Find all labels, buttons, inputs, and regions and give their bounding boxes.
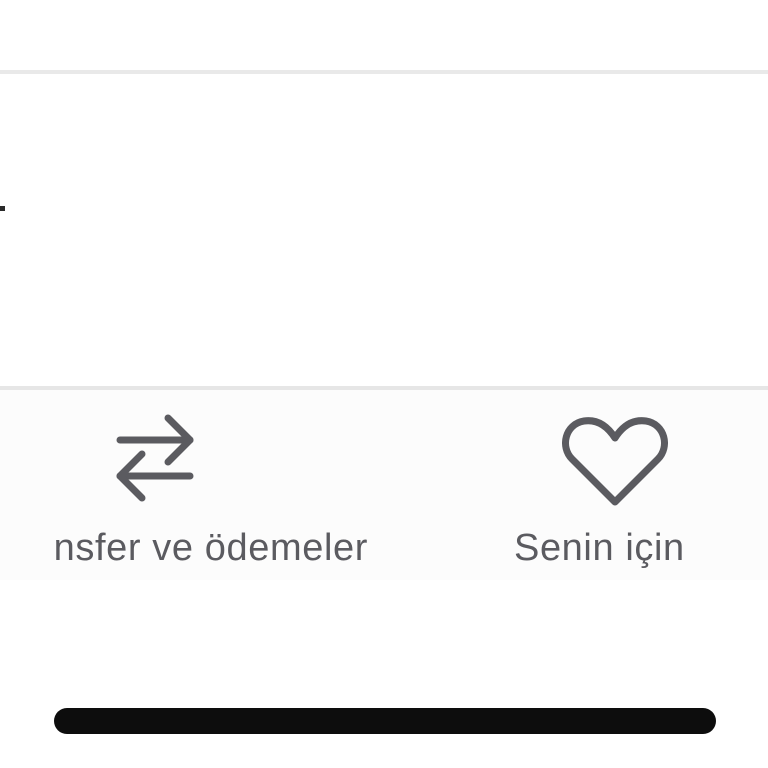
bottom-tab-bar: nsfer ve ödemeler Senin için: [0, 390, 768, 580]
heart-icon: [562, 417, 668, 506]
tab-for-you[interactable]: Senin için: [472, 390, 762, 580]
clipped-text-fragment: [0, 206, 5, 211]
tab-transfers-and-payments[interactable]: nsfer ve ödemeler: [0, 390, 390, 580]
home-indicator[interactable]: [54, 708, 716, 734]
app-screen: nsfer ve ödemeler Senin için: [0, 0, 768, 768]
content-card: [0, 74, 768, 386]
transfer-arrows-icon: [116, 414, 194, 502]
tab-for-you-label: Senin için: [514, 527, 685, 569]
top-section: [0, 0, 768, 70]
tab-transfers-label: nsfer ve ödemeler: [53, 527, 368, 569]
